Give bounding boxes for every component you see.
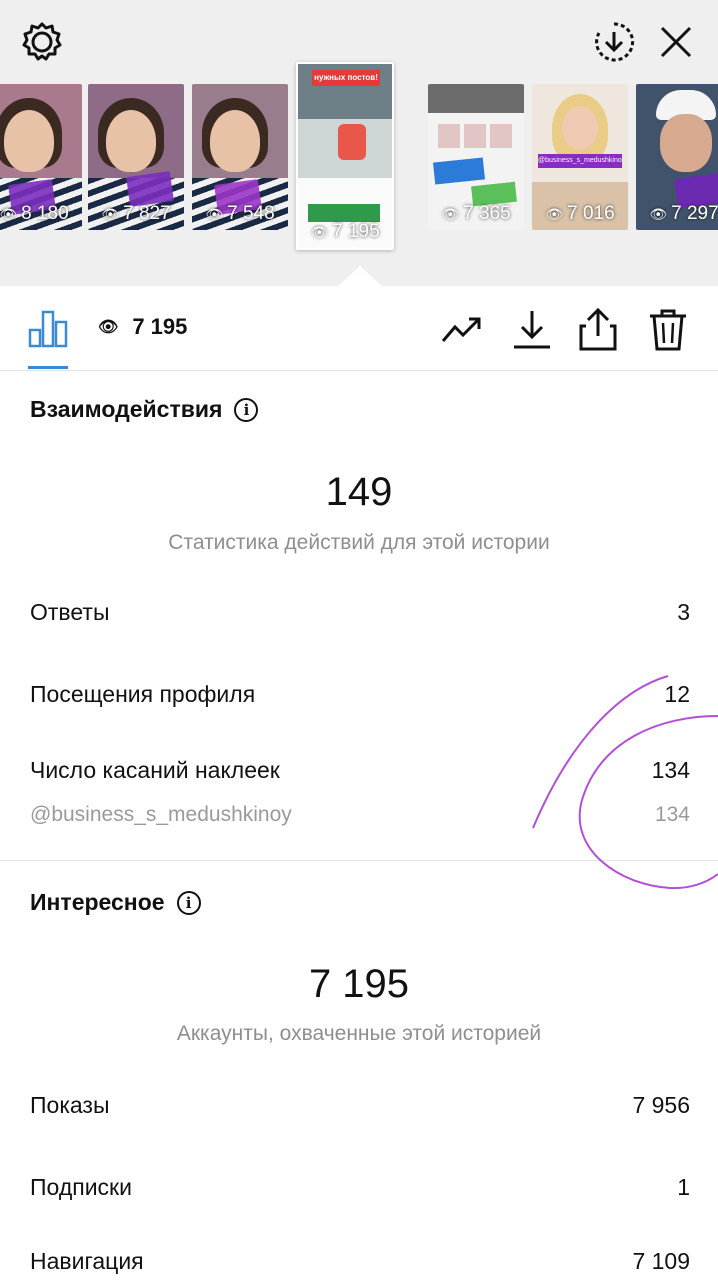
stat-label-sticker-taps: Число касаний наклеек [30,757,280,783]
stat-label-replies: Ответы [30,599,110,625]
download-icon [514,311,550,349]
eye-icon: 👁 [649,205,668,222]
trending-up-icon [441,317,481,342]
story-views: 👁 7 365 [441,203,511,224]
story-thumbnail[interactable]: 👁 8 180 [0,84,82,230]
views-summary: 👁 7 195 [98,314,187,340]
interactions-total: 149 [325,470,393,514]
stat-value-sticker-taps: 134 [651,757,690,783]
story-sticker: @business_s_medushkinoy [538,154,622,168]
eye-icon: 👁 [98,319,119,336]
story-thumbnail[interactable]: 👁 7 827 [88,84,184,230]
story-carousel-area: 👁 8 180 👁 7 827 👁 7 548 нужных постов! 👁 7 1… [0,0,718,286]
story-banner: нужных постов! [312,70,380,86]
stat-value-follows: 1 [677,1174,690,1200]
story-thumbnail[interactable]: @business_s_medushkinoy 👁 7 016 [532,84,628,230]
delete-button[interactable] [646,308,690,352]
close-button[interactable] [652,18,700,66]
story-views: 👁 7 297 [649,203,718,224]
share-button[interactable] [576,308,620,352]
stat-value-impressions: 7 956 [632,1092,690,1118]
tab-insights[interactable] [28,308,68,348]
interactions-caption: Статистика действий для этой истории [168,531,550,554]
stat-value-navigation: 7 109 [632,1248,690,1274]
share-icon [579,308,617,351]
section-divider [0,860,718,861]
eye-icon: 👁 [441,205,460,222]
stat-label-impressions: Показы [30,1092,110,1118]
active-tab-indicator [28,366,68,369]
eye-icon: 👁 [310,223,329,240]
bar-chart-icon [28,310,68,348]
info-icon[interactable]: i [234,397,259,422]
download-button[interactable] [510,308,554,352]
insights-sheet: 👁 7 195 Взаимодействия i 149 Статистика … [0,286,718,1280]
story-thumbnail[interactable]: 👁 7 365 [428,84,524,230]
views-count: 7 195 [132,314,188,339]
stat-label-profile-visits: Посещения профиля [30,681,256,707]
stat-value-replies: 3 [677,599,690,625]
stat-label-navigation: Навигация [30,1248,144,1274]
interactions-section-title: Взаимодействия i [30,396,259,423]
discovery-caption: Аккаунты, охваченные этой историей [176,1022,542,1045]
save-story-button[interactable] [590,18,638,66]
story-views: 👁 7 548 [205,203,275,224]
insights-toolbar: 👁 7 195 [0,286,718,371]
stat-label-follows: Подписки [30,1174,132,1200]
stat-value-profile-visits: 12 [664,681,690,707]
discovery-total: 7 195 [308,962,410,1006]
discovery-section-title: Интересное i [30,889,201,916]
promote-button[interactable] [440,308,484,352]
info-icon[interactable]: i [176,890,201,915]
eye-icon: 👁 [101,205,120,222]
trash-icon [650,309,686,351]
story-views: 👁 8 180 [0,203,69,224]
gear-icon [22,22,62,61]
story-thumbnails: 👁 8 180 👁 7 827 👁 7 548 нужных постов! 👁 7 1… [0,62,718,250]
sticker-mention-value: 134 [654,803,690,826]
download-circle-icon [595,22,635,62]
eye-icon: 👁 [545,205,564,222]
story-thumbnail-active[interactable]: нужных постов! 👁 7 195 [296,62,394,250]
story-views: 👁 7 195 [310,221,380,242]
settings-button[interactable] [18,18,66,66]
eye-icon: 👁 [0,205,18,222]
close-icon [660,26,692,58]
story-views: 👁 7 016 [545,203,615,224]
eye-icon: 👁 [205,205,224,222]
story-thumbnail[interactable]: 👁 7 548 [192,84,288,230]
story-thumbnail[interactable]: 👁 7 297 [636,84,718,230]
active-story-pointer [338,266,382,286]
story-views: 👁 7 827 [101,203,171,224]
sticker-mention-label[interactable]: @business_s_medushkinoy [30,803,292,827]
